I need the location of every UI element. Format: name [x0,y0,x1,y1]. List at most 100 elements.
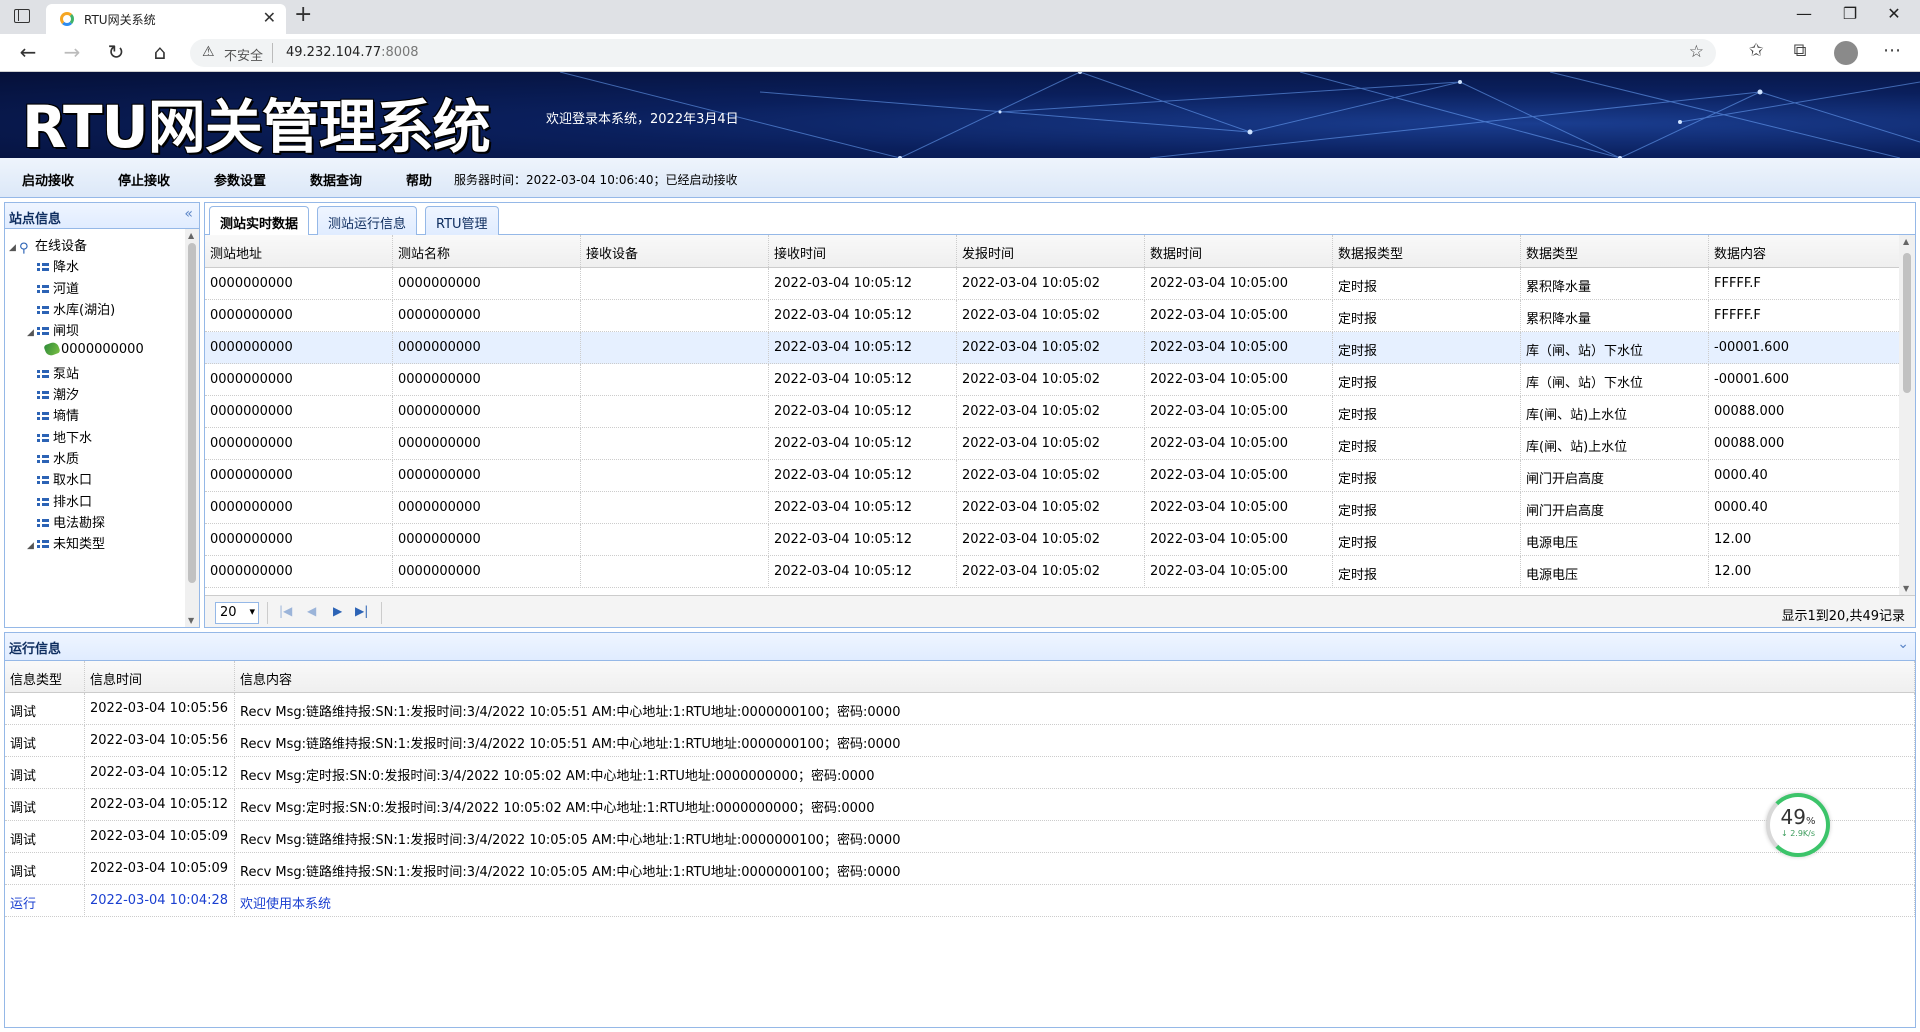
table-cell: 0000.40 [1709,492,1901,524]
log-row[interactable]: 调试 2022-03-04 10:05:12 Recv Msg:定时报:SN:0:发… [5,757,1915,789]
forward-icon[interactable]: → [58,40,86,64]
grid-scroll-up-icon[interactable]: ▲ [1903,237,1909,246]
table-cell: 0000000000 [205,428,393,460]
grid-scrollbar[interactable]: ▲ ▼ [1899,235,1915,595]
tree-node[interactable]: ◢ 闸坝 [27,320,79,339]
tab-rtu-management[interactable]: RTU管理 [425,206,499,235]
log-row[interactable]: 调试 2022-03-04 10:05:12 Recv Msg:定时报:SN:0:发… [5,789,1915,821]
table-row[interactable]: 0000000000 0000000000 2022-03-04 10:05:12 2… [205,492,1901,524]
new-tab-icon[interactable]: + [294,2,312,27]
table-cell: 库(闸、站)上水位 [1521,428,1709,460]
log-cell: 2022-03-04 10:05:12 [85,757,235,789]
tree-expand-arrow-icon[interactable]: ◢ [27,328,37,338]
close-window-icon[interactable]: ✕ [1874,4,1914,23]
network-speed-widget[interactable]: 49% ↓ 2.9K/s [1766,793,1830,857]
refresh-icon[interactable]: ↻ [102,40,130,64]
tab-realtime-data[interactable]: 测站实时数据 [209,206,310,236]
menu-parameter-settings[interactable]: 参数设置 [214,170,266,189]
tree-node[interactable]: 排水口 [27,491,92,510]
more-options-icon[interactable]: ⋯ [1878,40,1906,61]
tree-scroll-thumb[interactable] [188,243,196,583]
tree-node[interactable]: ◢ ⚲ 在线设备 [9,235,87,256]
tree-scrollbar[interactable]: ▲ ▼ [185,229,199,627]
menu-stop-receive[interactable]: 停止接收 [118,170,170,189]
grid-column-header[interactable]: 数据时间 [1145,235,1333,267]
tree-node[interactable]: 地下水 [27,427,92,446]
browser-tab[interactable]: RTU网关系统 ✕ [46,4,286,34]
grid-column-header[interactable]: 发报时间 [957,235,1145,267]
table-cell: 2022-03-04 10:05:12 [769,332,957,364]
back-icon[interactable]: ← [14,40,42,64]
log-row[interactable]: 运行 2022-03-04 10:04:28 欢迎使用本系统 [5,885,1915,917]
grid-column-header[interactable]: 测站地址 [205,235,393,267]
grid-column-header[interactable]: 数据报类型 [1333,235,1521,267]
table-cell [581,364,769,396]
window-menu-icon[interactable] [14,9,30,23]
collections-icon[interactable]: ⧉ [1786,40,1814,61]
table-row[interactable]: 0000000000 0000000000 2022-03-04 10:05:12 2… [205,268,1901,300]
tree-node[interactable]: 泵站 [27,363,79,382]
collapse-bottom-icon[interactable]: ⌄ [1897,636,1909,652]
grid-column-header[interactable]: 测站名称 [393,235,581,267]
tree-node[interactable]: 河道 [27,278,79,297]
home-icon[interactable]: ⌂ [146,40,174,64]
restore-icon[interactable]: ❐ [1830,4,1870,23]
log-row[interactable]: 调试 2022-03-04 10:05:56 Recv Msg:链路维持报:SN:1… [5,725,1915,757]
table-cell: 闸门开启高度 [1521,492,1709,524]
url-input[interactable]: ⚠ 不安全 49.232.104.77:8008 ☆ [190,39,1716,67]
tree-node[interactable]: ◢ 未知类型 [27,533,105,552]
log-column-header[interactable]: 信息内容 [235,661,1915,693]
table-row[interactable]: 0000000000 0000000000 2022-03-04 10:05:12 2… [205,556,1901,588]
grid-scroll-thumb[interactable] [1903,253,1911,393]
tree-node[interactable]: 水库(湖泊) [27,299,115,318]
next-page-icon[interactable]: ▶ [333,604,342,618]
table-row[interactable]: 0000000000 0000000000 2022-03-04 10:05:12 2… [205,460,1901,492]
table-row[interactable]: 0000000000 0000000000 2022-03-04 10:05:12 2… [205,428,1901,460]
tree-expand-arrow-icon[interactable]: ◢ [27,541,37,551]
minimize-icon[interactable]: — [1784,4,1824,23]
tree-node[interactable]: 0000000000 [43,340,144,357]
profile-avatar-icon[interactable] [1834,41,1858,65]
last-page-icon[interactable]: ▶| [355,604,368,618]
prev-page-icon[interactable]: ◀ [307,604,316,618]
tree-node[interactable]: 潮汐 [27,384,79,403]
grid-column-header[interactable]: 接收时间 [769,235,957,267]
tree-node[interactable]: 取水口 [27,469,92,488]
favorite-star-icon[interactable]: ☆ [1689,42,1704,62]
table-cell: -00001.600 [1709,332,1901,364]
grid-column-header[interactable]: 数据类型 [1521,235,1709,267]
table-row[interactable]: 0000000000 0000000000 2022-03-04 10:05:12 2… [205,524,1901,556]
log-row[interactable]: 调试 2022-03-04 10:05:09 Recv Msg:链路维持报:SN:1… [5,821,1915,853]
tree-expand-arrow-icon[interactable]: ◢ [9,243,19,253]
table-cell: 2022-03-04 10:05:12 [769,268,957,300]
scroll-up-icon[interactable]: ▲ [188,231,194,240]
tree-node[interactable]: 降水 [27,256,79,275]
log-row[interactable]: 调试 2022-03-04 10:05:09 Recv Msg:链路维持报:SN:1… [5,853,1915,885]
favorites-icon[interactable]: ✩ [1742,40,1770,61]
tree-node[interactable]: 电法勘探 [27,512,105,531]
log-column-header[interactable]: 信息时间 [85,661,235,693]
log-column-header[interactable]: 信息类型 [5,661,85,693]
table-row[interactable]: 0000000000 0000000000 2022-03-04 10:05:12 2… [205,300,1901,332]
table-row[interactable]: 0000000000 0000000000 2022-03-04 10:05:12 2… [205,396,1901,428]
first-page-icon[interactable]: |◀ [279,604,292,618]
grid-column-header[interactable]: 数据内容 [1709,235,1901,267]
menu-help[interactable]: 帮助 [406,170,432,189]
page-size-select[interactable]: 20 ▾ [215,602,259,624]
grid-scroll-down-icon[interactable]: ▼ [1903,584,1909,593]
tree-node-label: 地下水 [53,430,93,446]
tab-close-icon[interactable]: ✕ [263,8,276,27]
tab-station-runtime[interactable]: 测站运行信息 [317,206,418,235]
menu-data-query[interactable]: 数据查询 [310,170,362,189]
tree-node[interactable]: 水质 [27,448,79,467]
table-row[interactable]: 0000000000 0000000000 2022-03-04 10:05:12 2… [205,364,1901,396]
table-cell: 累积降水量 [1521,268,1709,300]
log-row[interactable]: 调试 2022-03-04 10:05:56 Recv Msg:链路维持报:SN:1… [5,693,1915,725]
table-row[interactable]: 0000000000 0000000000 2022-03-04 10:05:12 2… [205,332,1901,364]
scroll-down-icon[interactable]: ▼ [188,616,194,625]
menu-start-receive[interactable]: 启动接收 [22,170,74,189]
collapse-left-icon[interactable]: « [184,206,193,222]
grid-column-header[interactable]: 接收设备 [581,235,769,267]
tree-node[interactable]: 墒情 [27,405,79,424]
table-cell: 2022-03-04 10:05:00 [1145,460,1333,492]
